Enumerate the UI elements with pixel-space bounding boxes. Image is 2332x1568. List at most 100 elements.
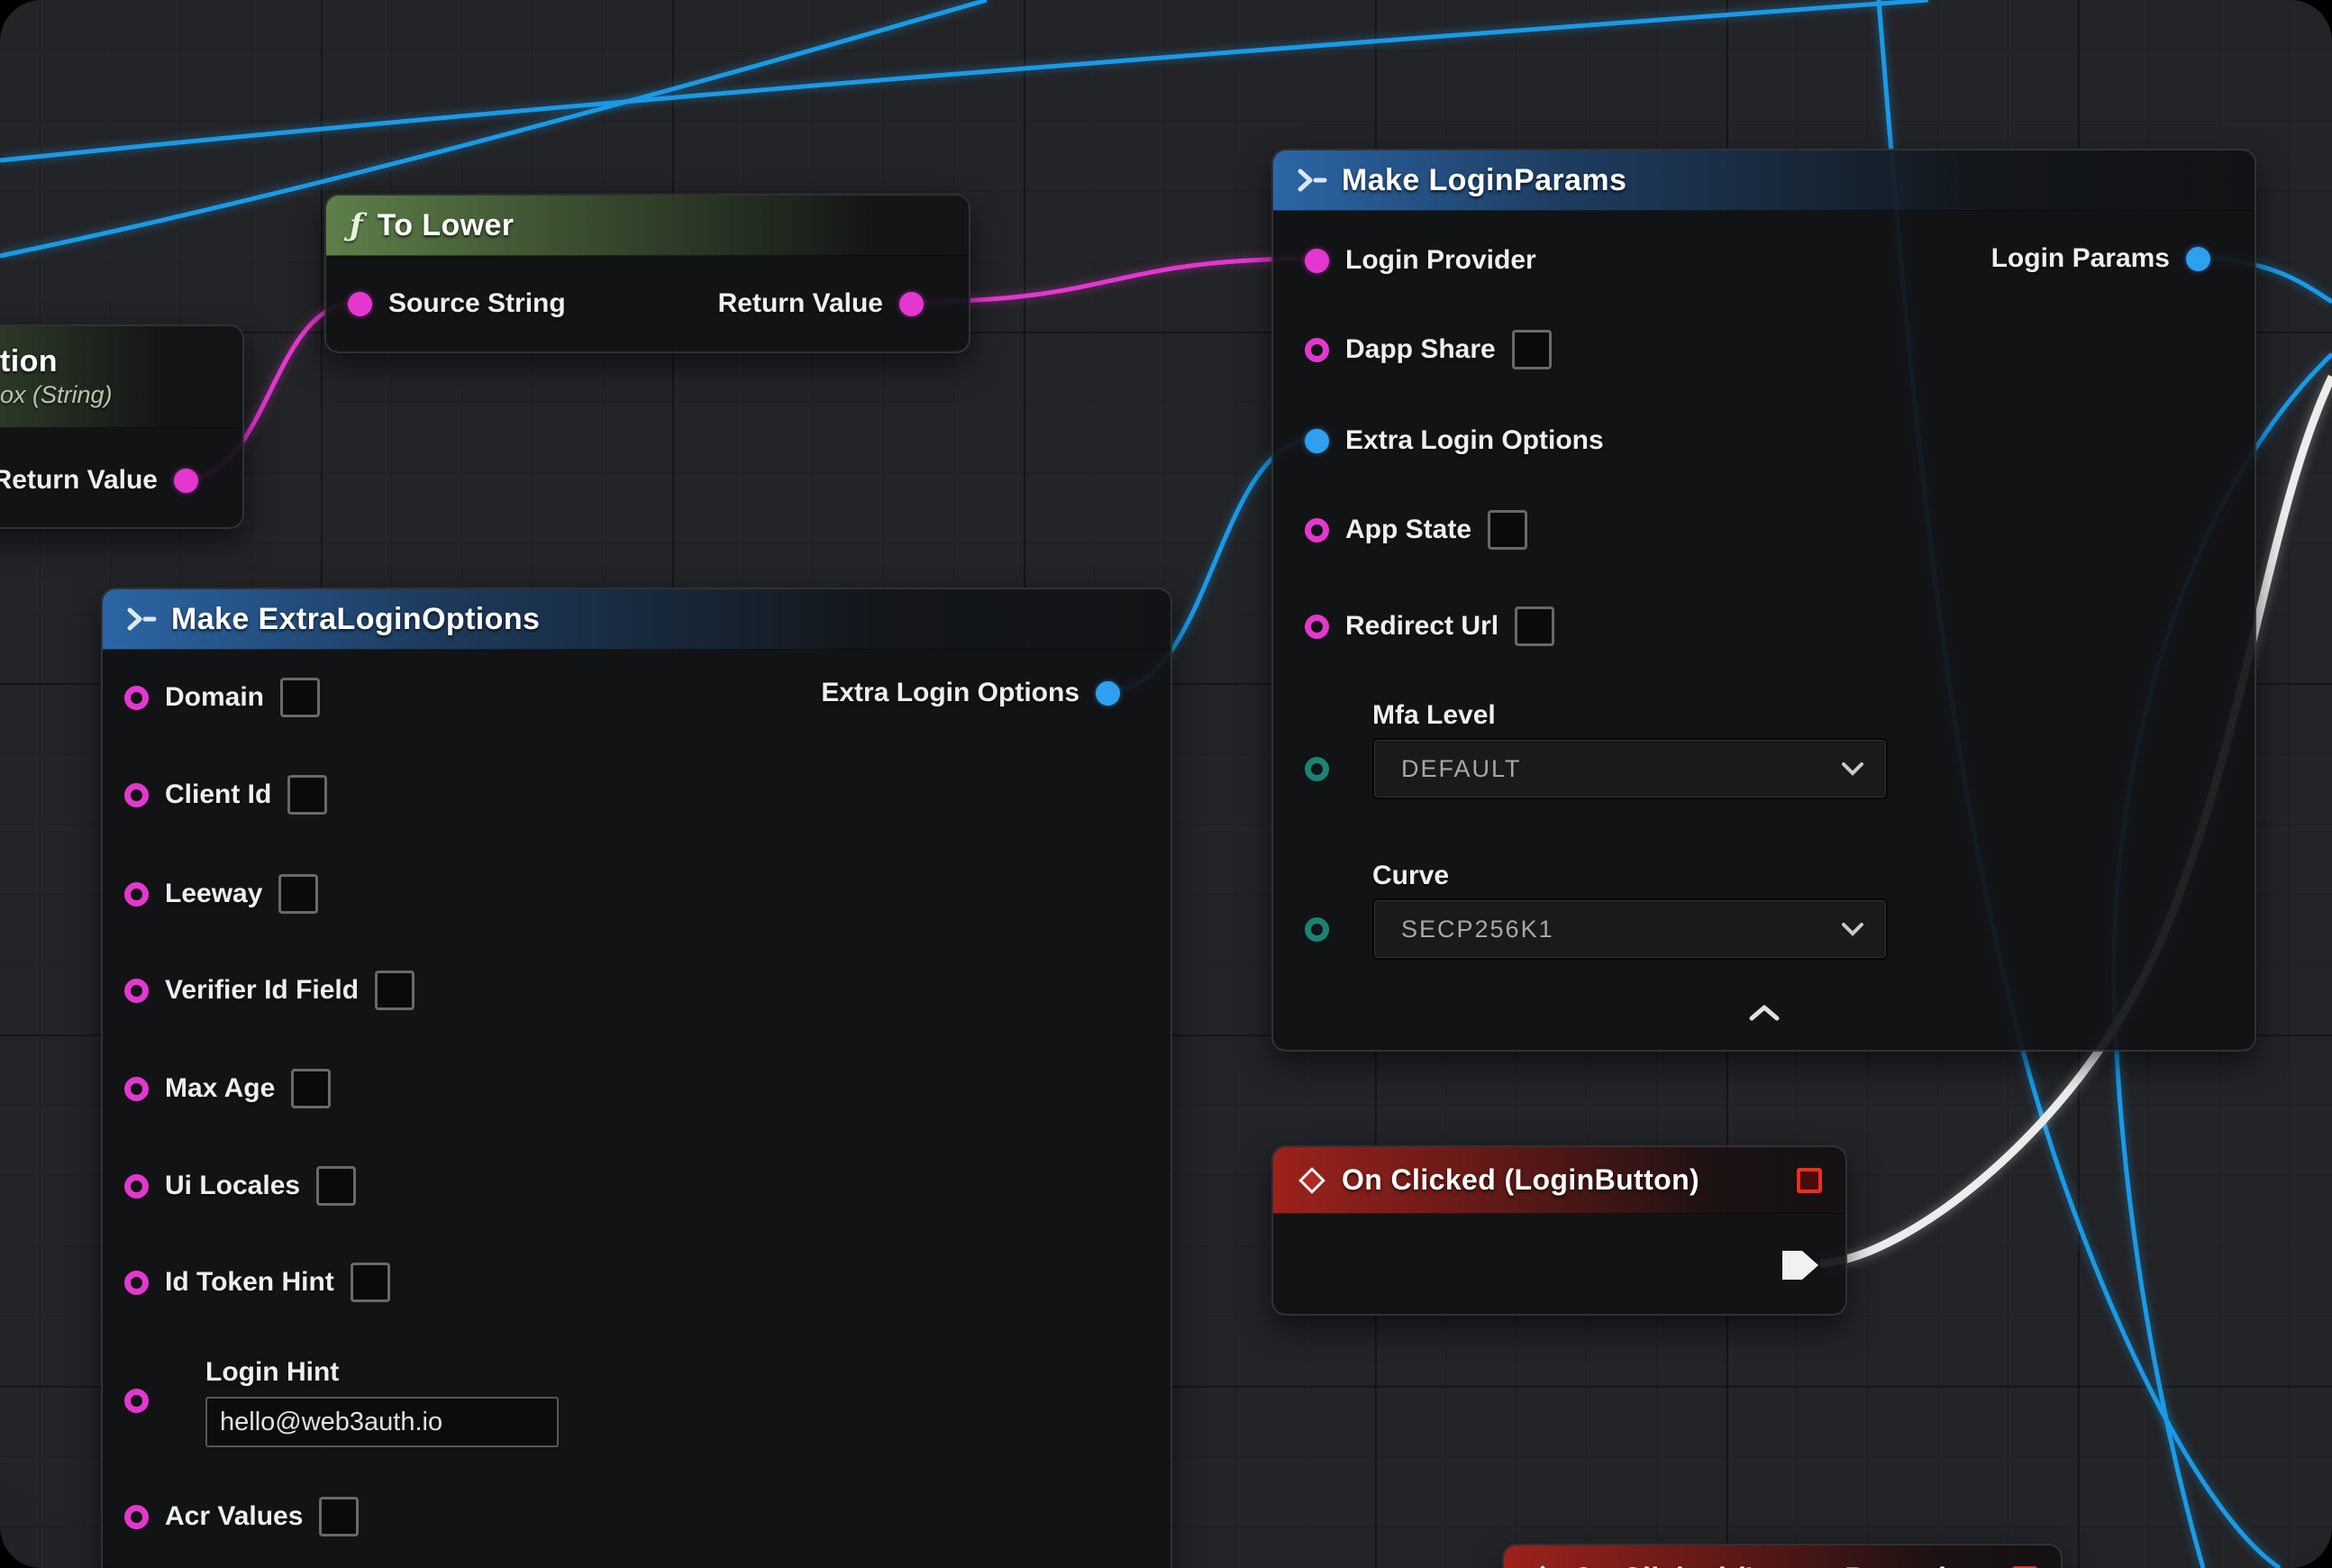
- login-provider-label: Login Provider: [1345, 245, 1536, 276]
- partial-function-output-row: Return Value: [0, 459, 198, 502]
- id-token-hint-row: Id Token Hint: [124, 1261, 390, 1304]
- mfa-level-pin[interactable]: [1305, 757, 1329, 781]
- id-token-hint-pin[interactable]: [124, 1271, 149, 1295]
- mfa-level-dropdown[interactable]: DEFAULT: [1372, 738, 1888, 799]
- app-state-checkbox[interactable]: [1488, 510, 1527, 550]
- id-token-hint-checkbox[interactable]: [351, 1263, 390, 1302]
- redirect-url-row: Redirect Url: [1305, 605, 1554, 648]
- id-token-hint-label: Id Token Hint: [165, 1267, 334, 1298]
- domain-checkbox[interactable]: [280, 678, 320, 717]
- wire-blue-top-shallow[interactable]: [0, 0, 1928, 160]
- dapp-share-pin[interactable]: [1305, 338, 1329, 362]
- domain-label: Domain: [165, 682, 264, 713]
- collapse-node-button[interactable]: [1749, 1005, 1780, 1026]
- login-params-output-row: Login Params: [1991, 237, 2210, 280]
- ui-locales-pin[interactable]: [124, 1174, 149, 1199]
- to-lower-output-row: Return Value: [718, 282, 924, 325]
- ui-locales-checkbox[interactable]: [316, 1166, 356, 1206]
- blueprint-graph-canvas[interactable]: tion ox (String) Return Value ƒ To Lower…: [0, 0, 2332, 1568]
- node-on-clicked-login-button[interactable]: On Clicked (LoginButton): [1271, 1145, 1847, 1316]
- bound-event-indicator[interactable]: [1797, 1168, 1822, 1193]
- verifier-id-field-row: Verifier Id Field: [124, 969, 414, 1012]
- mfa-level-label: Mfa Level: [1372, 700, 1496, 731]
- make-struct-icon: [126, 607, 157, 631]
- wire-tolower-to-login-provider[interactable]: [910, 259, 1315, 302]
- mfa-level-pin-row: [1305, 747, 1329, 790]
- client-id-checkbox[interactable]: [287, 775, 327, 815]
- collapse-chevron-icon: [1749, 1005, 1780, 1021]
- login-hint-pin[interactable]: [124, 1389, 149, 1413]
- partial-return-value-label: Return Value: [0, 465, 158, 496]
- app-state-label: App State: [1345, 515, 1471, 545]
- verifier-id-field-checkbox[interactable]: [375, 971, 414, 1010]
- curve-dropdown[interactable]: SECP256K1: [1372, 898, 1888, 960]
- partial-function-header[interactable]: tion ox (String): [0, 326, 242, 428]
- source-string-pin[interactable]: [348, 292, 372, 316]
- make-extra-login-options-title: Make ExtraLoginOptions: [171, 602, 540, 637]
- curve-pin-row: [1305, 907, 1329, 951]
- to-lower-return-pin[interactable]: [899, 292, 924, 316]
- login-params-output-label: Login Params: [1991, 243, 2170, 274]
- leeway-pin[interactable]: [124, 882, 149, 907]
- make-login-params-title: Make LoginParams: [1342, 163, 1626, 198]
- node-partial-function[interactable]: tion ox (String) Return Value: [0, 324, 244, 529]
- dapp-share-row: Dapp Share: [1305, 328, 1552, 371]
- client-id-pin[interactable]: [124, 783, 149, 807]
- extra-login-options-output-row: Extra Login Options: [821, 671, 1120, 715]
- on-clicked-logout-title: On Clicked (LogoutButton): [1572, 1562, 1950, 1568]
- partial-return-value-pin[interactable]: [174, 469, 198, 493]
- leeway-row: Leeway: [124, 872, 318, 916]
- node-make-extra-login-options[interactable]: Make ExtraLoginOptions Extra Login Optio…: [101, 588, 1172, 1568]
- leeway-label: Leeway: [165, 879, 262, 909]
- make-login-params-header[interactable]: Make LoginParams: [1273, 150, 2255, 211]
- ui-locales-label: Ui Locales: [165, 1171, 300, 1201]
- max-age-pin[interactable]: [124, 1077, 149, 1101]
- verifier-id-field-label: Verifier Id Field: [165, 975, 359, 1006]
- extra-login-options-output-label: Extra Login Options: [821, 678, 1079, 708]
- login-params-output-pin[interactable]: [2186, 247, 2210, 271]
- source-string-label: Source String: [388, 288, 566, 319]
- redirect-url-pin[interactable]: [1305, 615, 1329, 639]
- app-state-pin[interactable]: [1305, 518, 1329, 542]
- exec-output-pin[interactable]: [1781, 1248, 1822, 1287]
- acr-values-label: Acr Values: [165, 1501, 303, 1532]
- max-age-label: Max Age: [165, 1073, 275, 1104]
- partial-function-subtitle: ox (String): [0, 381, 113, 409]
- node-to-lower[interactable]: ƒ To Lower Source String Return Value: [324, 194, 970, 353]
- login-hint-input[interactable]: [205, 1397, 559, 1447]
- dropdown-chevron-icon: [1841, 761, 1864, 776]
- source-string-row: Source String: [348, 282, 566, 325]
- extra-login-options-input-label: Extra Login Options: [1345, 425, 1604, 456]
- extra-login-options-input-pin[interactable]: [1305, 429, 1329, 453]
- extra-login-options-output-pin[interactable]: [1096, 681, 1120, 706]
- domain-pin[interactable]: [124, 686, 149, 710]
- ui-locales-row: Ui Locales: [124, 1164, 356, 1208]
- login-hint-pin-row: [124, 1379, 149, 1422]
- acr-values-row: Acr Values: [124, 1495, 359, 1538]
- client-id-label: Client Id: [165, 779, 271, 810]
- redirect-url-checkbox[interactable]: [1515, 606, 1554, 646]
- node-make-login-params[interactable]: Make LoginParams Login Params Login Prov…: [1271, 149, 2256, 1052]
- verifier-id-field-pin[interactable]: [124, 979, 149, 1003]
- max-age-row: Max Age: [124, 1067, 331, 1110]
- acr-values-checkbox[interactable]: [319, 1497, 359, 1536]
- acr-values-pin[interactable]: [124, 1505, 149, 1529]
- on-clicked-login-header[interactable]: On Clicked (LoginButton): [1273, 1147, 1845, 1214]
- dapp-share-checkbox[interactable]: [1512, 330, 1552, 369]
- event-icon: [1297, 1165, 1327, 1196]
- curve-pin[interactable]: [1305, 917, 1329, 942]
- client-id-row: Client Id: [124, 773, 327, 816]
- on-clicked-login-title: On Clicked (LoginButton): [1342, 1163, 1699, 1197]
- curve-label: Curve: [1372, 861, 1449, 891]
- node-on-clicked-logout-button[interactable]: On Clicked (LogoutButton): [1502, 1544, 2063, 1568]
- on-clicked-logout-header[interactable]: On Clicked (LogoutButton): [1504, 1545, 2061, 1568]
- to-lower-header[interactable]: ƒ To Lower: [326, 196, 969, 256]
- redirect-url-label: Redirect Url: [1345, 611, 1498, 642]
- curve-value: SECP256K1: [1401, 916, 1841, 944]
- max-age-checkbox[interactable]: [291, 1069, 331, 1108]
- partial-function-title: tion: [0, 344, 58, 379]
- leeway-checkbox[interactable]: [278, 874, 318, 914]
- app-state-row: App State: [1305, 508, 1527, 552]
- login-provider-pin[interactable]: [1305, 249, 1329, 273]
- make-extra-login-options-header[interactable]: Make ExtraLoginOptions: [103, 589, 1171, 650]
